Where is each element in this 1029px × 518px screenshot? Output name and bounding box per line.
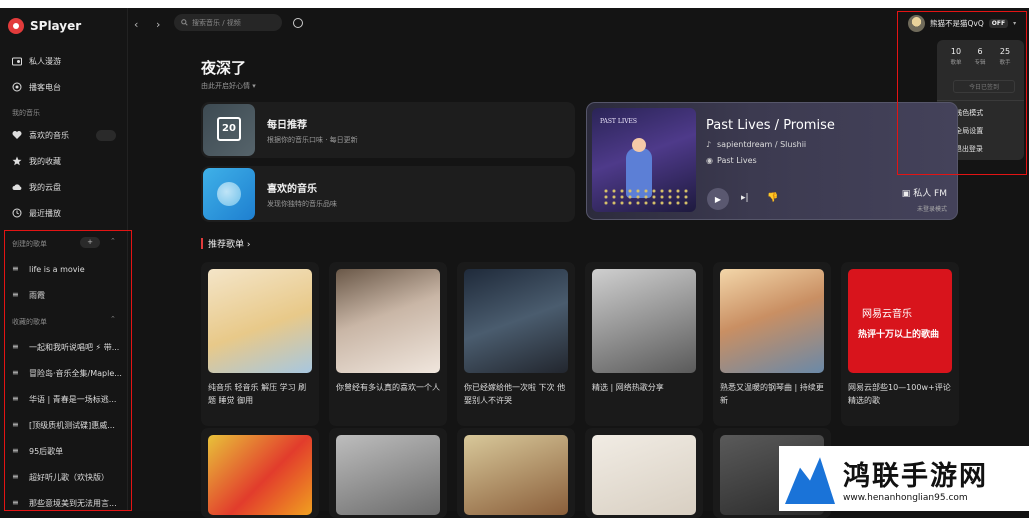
sidebar-item-label: 最近播放 — [29, 208, 61, 218]
playlist-cover — [720, 269, 824, 373]
sidebar-item-private-roam[interactable]: 私人漫游 — [0, 48, 128, 74]
sidebar-item-liked[interactable]: 喜欢的音乐 — [0, 122, 128, 148]
next-icon[interactable]: ▸| — [741, 193, 749, 203]
calendar-day: 20 — [222, 123, 236, 134]
album-icon: ◉ — [706, 156, 713, 165]
playlist-caption: 网易云部些10—100w+评论精选的歌 — [848, 383, 951, 405]
star-icon — [12, 156, 22, 166]
playlist-card[interactable] — [201, 428, 319, 518]
calendar-icon: 20 — [203, 104, 255, 156]
watermark-title: 鸿联手游网 — [843, 461, 988, 492]
watermark-url: www.henanhonglian95.com — [843, 493, 968, 503]
playlist-card[interactable] — [329, 428, 447, 518]
playlist-card[interactable]: 你曾经有多认真的喜欢一个人 — [329, 262, 447, 426]
github-icon[interactable] — [293, 18, 303, 28]
back-arrow-icon[interactable]: ‹ — [134, 18, 138, 31]
play-icon: ▶ — [714, 194, 722, 204]
radio-icon: ▣ — [901, 189, 911, 199]
forward-arrow-icon[interactable]: › — [156, 18, 160, 31]
radio-icon — [12, 57, 22, 66]
promo-text: 热评十万以上的歌曲 — [858, 330, 940, 340]
playlist-cover: 网易云音乐 热评十万以上的歌曲 — [848, 269, 952, 373]
main-content: 夜深了 由此开启好心情 ▾ 20 每日推荐 根据你的音乐口味 · 每日更新 喜欢… — [128, 40, 1029, 518]
daily-title: 每日推荐 — [267, 120, 307, 131]
heartbeat-mode-toggle[interactable] — [96, 129, 116, 141]
playlist-caption: 你已经嫁给他一次啦 下次 他娶别人不许哭 — [464, 383, 566, 405]
playlist-card[interactable] — [457, 428, 575, 518]
playlist-cover — [592, 435, 696, 515]
playlist-cover — [592, 269, 696, 373]
daily-recommend-card[interactable]: 20 每日推荐 根据你的音乐口味 · 每日更新 — [201, 102, 575, 158]
playlist-cover — [464, 269, 568, 373]
fm-song-title: Past Lives / Promise — [706, 118, 835, 133]
playlist-caption: 你曾经有多认真的喜欢一个人 — [336, 383, 440, 392]
watermark: 鸿联手游网 www.henanhonglian95.com — [779, 446, 1029, 511]
top-strip — [0, 0, 1029, 8]
playlist-caption: 熟悉又温暖的钢琴曲 | 持续更新 — [720, 383, 824, 405]
sidebar-item-label: 播客电台 — [29, 82, 61, 92]
playlist-caption: 精选 | 网络热歌分享 — [592, 383, 664, 392]
search-icon — [181, 19, 188, 26]
playlist-card[interactable]: 纯音乐 轻音乐 解压 学习 刷题 睡觉 御用 — [201, 262, 319, 426]
greeting-subtitle-text: 由此开启好心情 — [201, 82, 250, 90]
top-bar: ‹ › 搜索音乐 / 视频 熊猫不是猫QvQ OFF ▾ — [128, 8, 1029, 40]
playlist-card[interactable]: 精选 | 网络热歌分享 — [585, 262, 703, 426]
playlist-cover — [336, 435, 440, 515]
app-brand[interactable]: SPlayer — [8, 16, 81, 36]
page-title: 夜深了 — [201, 59, 247, 77]
sidebar-item-recent[interactable]: 最近播放 — [0, 200, 128, 226]
liked-title: 喜欢的音乐 — [267, 184, 317, 195]
playlist-cover — [336, 269, 440, 373]
sidebar-item-label: 我的收藏 — [29, 156, 61, 166]
play-button[interactable]: ▶ — [707, 188, 729, 210]
greeting-subtitle[interactable]: 由此开启好心情 ▾ — [201, 81, 256, 91]
dislike-icon[interactable]: 👎 — [767, 193, 778, 203]
sidebar-item-favorites[interactable]: 我的收藏 — [0, 148, 128, 174]
promo-brand: 网易云音乐 — [862, 309, 912, 320]
album-art: PAST LIVES — [592, 108, 696, 212]
sidebar-item-podcast[interactable]: 播客电台 — [0, 74, 128, 100]
liked-music-card[interactable]: 喜欢的音乐 发现你独特的音乐品味 — [201, 166, 575, 222]
cloud-icon — [12, 184, 22, 190]
album-art-title: PAST LIVES — [600, 118, 638, 125]
search-input[interactable]: 搜索音乐 / 视频 — [174, 14, 282, 31]
heart-icon — [12, 131, 22, 139]
podcast-icon — [12, 82, 22, 92]
playlist-caption: 纯音乐 轻音乐 解压 学习 刷题 睡觉 御用 — [208, 383, 307, 405]
recommended-playlists-heading[interactable]: 推荐歌单 › — [201, 237, 250, 250]
daily-subtitle: 根据你的音乐口味 · 每日更新 — [267, 136, 358, 144]
fm-artist[interactable]: sapientdream / Slushii — [717, 140, 806, 149]
playlist-cover — [208, 269, 312, 373]
sidebar-item-label: 喜欢的音乐 — [29, 130, 69, 140]
playlist-card[interactable]: 你已经嫁给他一次啦 下次 他娶别人不许哭 — [457, 262, 575, 426]
my-music-heading: 我的音乐 — [12, 109, 40, 117]
liked-music-cover — [203, 168, 255, 220]
fm-label-text: 私人 FM — [913, 189, 947, 199]
playlist-cover — [464, 435, 568, 515]
highlight-box-sidebar — [4, 230, 132, 511]
section-title: 推荐歌单 › — [208, 240, 251, 250]
history-icon — [12, 208, 22, 218]
sidebar-item-label: 我的云盘 — [29, 182, 61, 192]
fm-label: ▣ 私人 FM — [902, 186, 947, 199]
app-name: SPlayer — [30, 19, 82, 33]
search-placeholder: 搜索音乐 / 视频 — [192, 18, 241, 27]
fm-album[interactable]: Past Lives — [717, 156, 757, 165]
playlist-card[interactable]: 网易云音乐 热评十万以上的歌曲 网易云部些10—100w+评论精选的歌 — [841, 262, 959, 426]
sidebar-item-cloud[interactable]: 我的云盘 — [0, 174, 128, 200]
app-logo-icon — [8, 18, 24, 34]
watermark-logo-icon — [785, 457, 835, 504]
playlist-card[interactable]: 熟悉又温暖的钢琴曲 | 持续更新 — [713, 262, 831, 426]
highlight-box-user-menu — [897, 11, 1027, 175]
liked-subtitle: 发现你独特的音乐品味 — [267, 200, 337, 208]
fm-status: 未登录模式 — [916, 206, 947, 213]
playlist-card[interactable] — [585, 428, 703, 518]
sidebar-item-label: 私人漫游 — [29, 56, 61, 66]
artist-icon: ♪ — [706, 140, 712, 149]
playlist-cover — [208, 435, 312, 515]
app-window: SPlayer 私人漫游 播客电台 我的音乐 喜欢的音乐 我的收藏 我的云盘 最… — [0, 0, 1029, 518]
